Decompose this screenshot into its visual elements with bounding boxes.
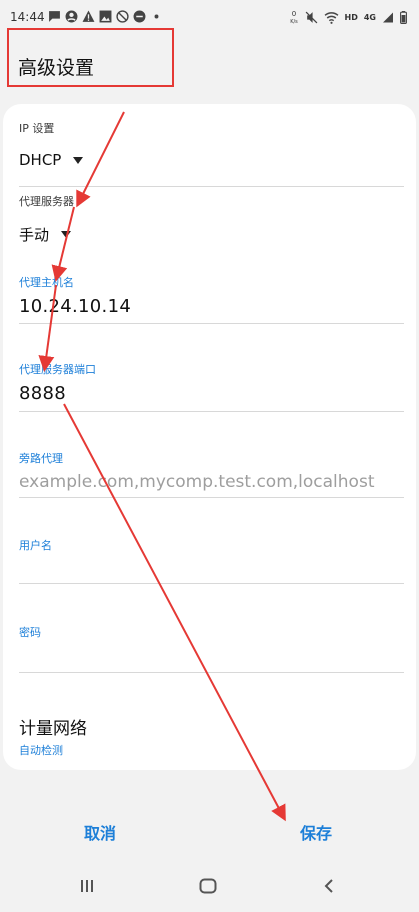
- proxy-label: 代理服务器: [19, 195, 74, 208]
- cancel-button[interactable]: 取消: [84, 820, 116, 844]
- ip-settings-value: DHCP: [19, 151, 62, 169]
- username-input[interactable]: [19, 559, 404, 581]
- mute-icon: [305, 11, 317, 23]
- message-icon: [49, 11, 60, 22]
- image-icon: [99, 10, 112, 23]
- ip-settings-label: IP 设置: [19, 122, 55, 135]
- bypass-input[interactable]: example.com,mycomp.test.com,localhost: [19, 472, 404, 492]
- bypass-label: 旁路代理: [19, 452, 63, 465]
- warning-icon: [82, 10, 95, 22]
- password-field[interactable]: 密码: [19, 624, 404, 668]
- proxy-port-underline: [19, 411, 404, 412]
- proxy-field: 代理服务器 手动: [19, 193, 404, 245]
- bypass-underline: [19, 497, 404, 498]
- home-button[interactable]: [196, 874, 220, 898]
- proxy-port-field[interactable]: 代理服务器端口 8888: [19, 361, 404, 404]
- status-time: 14:44: [10, 10, 45, 24]
- battery-icon: [400, 10, 407, 24]
- more-dot-icon: [154, 14, 159, 19]
- advanced-settings-screen: 14:44 0 K/s HD 4G 高级设置 IP 设置 DHCP 代理服务器 …: [0, 0, 419, 912]
- back-icon: [324, 879, 333, 893]
- proxy-host-field[interactable]: 代理主机名 10.24.10.14: [19, 274, 404, 317]
- password-input[interactable]: [19, 646, 404, 668]
- dropdown-caret-icon: [73, 156, 84, 164]
- metered-network-row[interactable]: 计量网络 自动检测: [19, 714, 404, 758]
- proxy-host-underline: [19, 323, 404, 324]
- username-field[interactable]: 用户名: [19, 537, 404, 581]
- password-label: 密码: [19, 626, 41, 639]
- proxy-host-label: 代理主机名: [19, 276, 74, 289]
- hd-label: HD: [344, 12, 358, 22]
- signal-icon: [383, 12, 393, 22]
- dropdown-caret-icon: [61, 231, 72, 238]
- divider: [19, 186, 404, 187]
- recent-apps-icon: [81, 880, 93, 892]
- notification-icons: [48, 10, 163, 23]
- save-button[interactable]: 保存: [300, 820, 332, 844]
- svg-text:K/s: K/s: [290, 19, 298, 25]
- navigation-bar: [0, 862, 419, 912]
- proxy-dropdown[interactable]: 手动: [19, 224, 404, 245]
- proxy-port-input[interactable]: 8888: [19, 383, 404, 404]
- proxy-value: 手动: [19, 226, 50, 244]
- back-button[interactable]: [317, 874, 341, 898]
- home-icon: [199, 878, 217, 894]
- status-right: 0 K/s HD 4G: [289, 9, 407, 25]
- bypass-field[interactable]: 旁路代理 example.com,mycomp.test.com,localho…: [19, 450, 404, 492]
- account-icon: [65, 10, 78, 23]
- metered-network-title: 计量网络: [19, 719, 87, 739]
- blocked-icon: [116, 10, 129, 23]
- recent-apps-button[interactable]: [75, 874, 99, 898]
- username-underline: [19, 583, 404, 584]
- settings-card: IP 设置 DHCP 代理服务器 手动 代理主机名 10.24.10.14 代理…: [3, 104, 416, 770]
- ip-settings-field: IP 设置 DHCP: [19, 120, 404, 169]
- password-underline: [19, 672, 404, 673]
- title-highlight-box: [7, 28, 174, 87]
- network-speed-icon: 0K/s: [290, 10, 298, 25]
- proxy-port-label: 代理服务器端口: [19, 363, 96, 376]
- net-type-label: 4G: [363, 12, 376, 22]
- username-label: 用户名: [19, 539, 52, 552]
- svg-text:0: 0: [291, 10, 295, 18]
- do-not-disturb-icon: [133, 10, 146, 23]
- metered-network-value: 自动检测: [19, 744, 63, 757]
- wifi-icon: [324, 11, 338, 24]
- proxy-host-input[interactable]: 10.24.10.14: [19, 296, 404, 317]
- ip-settings-dropdown[interactable]: DHCP: [19, 151, 404, 169]
